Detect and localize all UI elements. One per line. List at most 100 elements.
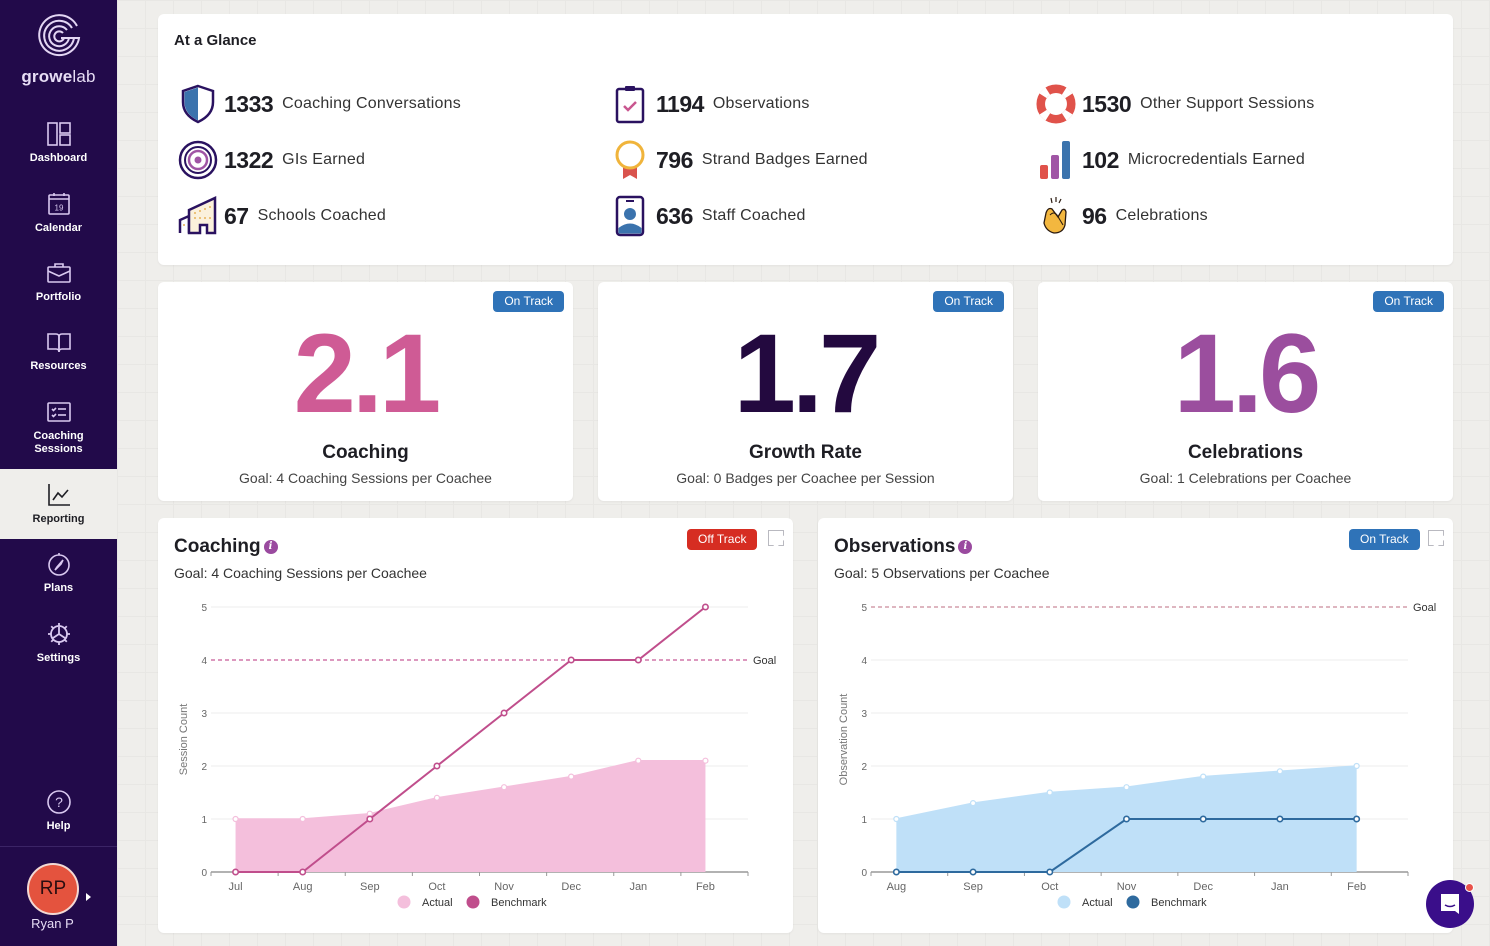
data-point: [892, 868, 900, 876]
y-tick-label: 3: [201, 709, 207, 720]
stat-observations: 1194 Observations: [610, 82, 810, 126]
sidebar-item-coaching-sessions[interactable]: Coaching Sessions: [0, 398, 117, 460]
legend-label-benchmark: Benchmark: [491, 897, 547, 909]
x-tick-label: Sep: [963, 881, 983, 893]
data-point: [1353, 762, 1360, 770]
x-tick-label: Jul: [229, 881, 243, 893]
y-tick-label: 5: [201, 603, 207, 614]
briefcase-icon: [46, 263, 71, 283]
kpi-value: 1.6: [1173, 311, 1322, 436]
x-tick-label: Feb: [1347, 881, 1366, 893]
x-tick-label: Nov: [1117, 881, 1137, 893]
checklist-icon: [46, 402, 71, 422]
sidebar-item-settings[interactable]: Settings: [0, 620, 117, 672]
observations-chart: 0 1 2 3 4 5 Aug Sep Oct Nov Dec Jan Feb Observation C…: [838, 602, 1436, 909]
gear-icon: [47, 623, 70, 645]
kpi-title: Celebrations: [1187, 442, 1304, 463]
legend-label-actual: Actual: [422, 897, 453, 909]
kpi-card-coaching: On Track 2.1 Coaching Goal: 4 Coaching S…: [158, 282, 573, 501]
stat-strand-badges: 796 Strand Badges Earned: [610, 138, 868, 182]
y-tick-label: 0: [201, 868, 207, 879]
data-point: [567, 656, 575, 664]
sidebar-item-portfolio[interactable]: Portfolio: [0, 259, 117, 311]
stat-value: 1194: [656, 90, 704, 117]
data-point: [1200, 773, 1207, 780]
stat-label: GIs Earned: [282, 151, 366, 168]
data-point: [1122, 815, 1130, 823]
calendar-icon: 19: [47, 193, 70, 215]
y-tick-label: 5: [861, 603, 867, 614]
data-point: [1353, 815, 1361, 823]
sidebar-item-reporting[interactable]: Reporting: [0, 469, 117, 539]
sidebar-label: Coaching: [33, 430, 84, 442]
x-tick-label: Oct: [1041, 881, 1058, 893]
user-name: Ryan P: [31, 916, 74, 931]
coaching-chart-card: Coaching i Goal: 4 Coaching Sessions per …: [158, 518, 793, 933]
kpi-card-growth-rate: On Track 1.7 Growth Rate Goal: 0 Badges …: [598, 282, 1013, 501]
data-point: [1276, 768, 1284, 775]
sidebar-label: Calendar: [34, 222, 83, 234]
growelab-logo-icon: [37, 14, 80, 57]
kpi-goal: Goal: 4 Coaching Sessions per Coachee: [239, 470, 492, 486]
stat-label: Staff Coached: [701, 207, 806, 224]
data-point: [701, 603, 709, 611]
stat-schools-coached: 67 Schools Coached: [178, 194, 386, 238]
data-point: [232, 815, 239, 823]
at-a-glance-card: At a Glance 1333 Coaching Conversations 1…: [158, 14, 1453, 265]
medal-icon: [615, 140, 645, 179]
data-point: [366, 810, 373, 817]
y-axis-label: Observation Count: [838, 694, 850, 786]
data-point: [1046, 868, 1054, 876]
kpi-goal: Goal: 0 Badges per Coachee per Session: [676, 470, 935, 486]
stat-value: 67: [224, 202, 249, 229]
stat-other-support-sessions: 1530 Other Support Sessions: [1036, 82, 1314, 126]
sidebar-item-resources[interactable]: Resources: [0, 328, 117, 380]
sidebar-label: Settings: [36, 652, 81, 664]
sidebar-item-help[interactable]: ? Help: [0, 788, 117, 840]
x-tick-label: Aug: [293, 881, 313, 893]
stat-label: Other Support Sessions: [1140, 95, 1315, 112]
data-point: [702, 757, 709, 764]
coaching-chart: 0 1 2 3 4 5 Jul Aug Sep Oct Nov Dec Jan Feb Session Co…: [178, 603, 776, 909]
data-point: [1199, 815, 1207, 823]
avatar[interactable]: RP: [27, 863, 79, 915]
sidebar-label: Dashboard: [29, 152, 88, 164]
status-badge: On Track: [493, 291, 564, 312]
stat-label: Celebrations: [1115, 207, 1208, 224]
stat-celebrations: 96 Celebrations: [1036, 194, 1208, 238]
svg-text:?: ?: [55, 794, 63, 810]
sidebar-label: Resources: [30, 360, 87, 372]
x-tick-label: Jan: [1271, 881, 1289, 893]
data-point: [366, 815, 374, 823]
sidebar-item-dashboard[interactable]: Dashboard: [0, 120, 117, 172]
notification-dot: [1465, 883, 1474, 892]
x-tick-label: Dec: [1193, 881, 1213, 893]
x-tick-label: Oct: [428, 881, 445, 893]
clipboard-check-icon: [615, 86, 645, 124]
stat-label: Schools Coached: [257, 207, 387, 224]
data-point: [1046, 789, 1053, 796]
goal-label: Goal: [1413, 602, 1436, 614]
stat-staff-coached: 636 Staff Coached: [610, 194, 806, 238]
sidebar-label: Plans: [43, 582, 74, 594]
logo[interactable]: growelab: [0, 12, 117, 87]
brand-light: lab: [72, 67, 96, 86]
shield-icon: [181, 84, 215, 124]
compass-icon: [47, 553, 70, 576]
kpi-title: Growth Rate: [749, 442, 862, 463]
stat-coaching-conversations: 1333 Coaching Conversations: [178, 82, 461, 126]
sidebar-item-plans[interactable]: Plans: [0, 550, 117, 602]
sidebar-item-calendar[interactable]: 19 Calendar: [0, 190, 117, 242]
x-tick-label: Sep: [360, 881, 380, 893]
sidebar-label: Portfolio: [35, 291, 82, 303]
stat-value: 796: [656, 146, 693, 173]
stat-microcredentials: 102 Microcredentials Earned: [1036, 138, 1305, 182]
brand-bold: growe: [21, 67, 73, 86]
caret-right-icon[interactable]: [86, 893, 91, 901]
book-icon: [46, 333, 71, 353]
data-point: [500, 784, 508, 791]
kpi-card-celebrations: On Track 1.6 Celebrations Goal: 1 Celebr…: [1038, 282, 1453, 501]
y-tick-label: 1: [201, 815, 207, 826]
y-tick-label: 4: [201, 656, 207, 667]
kpi-value: 2.1: [293, 311, 442, 436]
